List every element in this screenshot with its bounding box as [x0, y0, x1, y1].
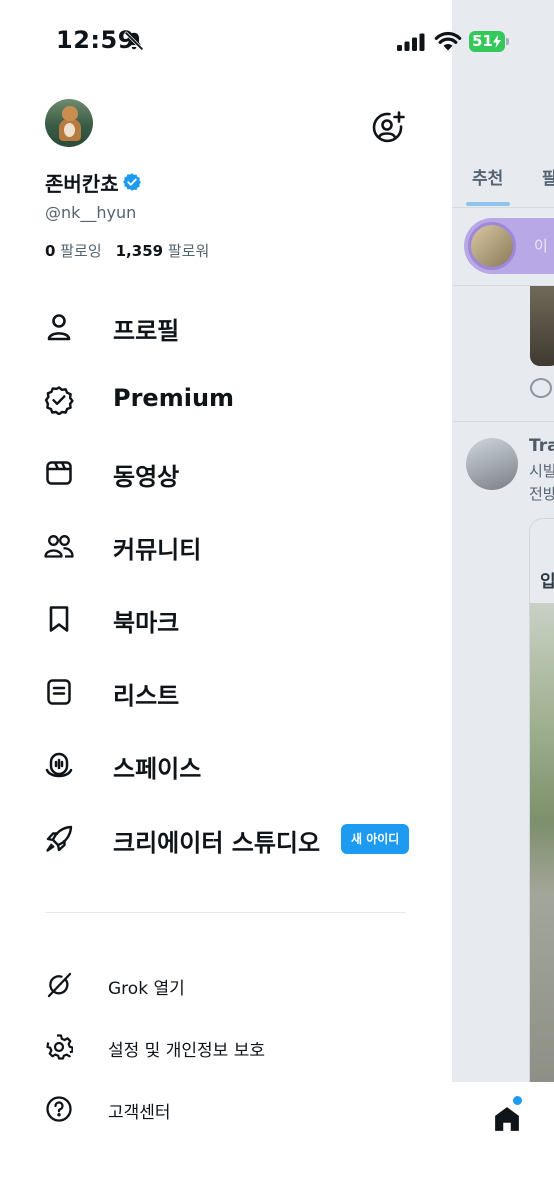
premium-badge-icon: [44, 386, 74, 415]
gear-icon: [46, 1034, 73, 1060]
communities-icon: [44, 535, 74, 558]
bottom-navigation: [452, 1082, 554, 1200]
feed-tabs: 추천 팔: [452, 150, 554, 208]
followers-link[interactable]: 1,359 팔로워: [116, 242, 210, 260]
live-banner-text: 이: [534, 237, 548, 255]
background-feed: 추천 팔 이 Tra 시빌 전방 입: [452, 0, 554, 1200]
status-bar: 12:59 51: [0, 0, 554, 80]
menu-item-label: Premium: [113, 384, 235, 412]
menu-item-label: 북마크: [113, 609, 180, 637]
menu-item-profile[interactable]: 프로필: [40, 300, 420, 352]
verified-badge-icon: [123, 173, 141, 191]
rocket-icon: [46, 825, 73, 852]
menu-item-creator-studio[interactable]: 크리에이터 스튜디오 새 아이디: [40, 812, 420, 864]
menu-item-communities[interactable]: 커뮤니티: [40, 519, 420, 571]
add-account-icon[interactable]: [370, 110, 406, 146]
bookmark-icon: [49, 606, 69, 632]
reply-icon[interactable]: [530, 378, 552, 398]
new-badge: 새 아이디: [341, 824, 410, 854]
menu-item-spaces[interactable]: 스페이스: [40, 738, 420, 790]
menu-item-label: 커뮤니티: [113, 536, 202, 564]
help-icon: [46, 1096, 72, 1122]
menu-item-label: 리스트: [113, 682, 180, 710]
menu-item-lists[interactable]: 리스트: [40, 665, 420, 717]
battery-level: 51: [472, 32, 493, 50]
tab-indicator: [466, 202, 510, 206]
feed-separator: [452, 421, 554, 422]
avatar-dog-chest: [64, 123, 75, 137]
menu-item-settings[interactable]: 설정 및 개인정보 보호: [40, 1024, 420, 1068]
bell-muted-icon: [124, 31, 144, 51]
followers-count: 1,359: [115, 242, 164, 260]
menu-item-label: 프로필: [113, 317, 180, 345]
menu-item-premium[interactable]: Premium: [40, 373, 420, 425]
menu-item-grok[interactable]: Grok 열기: [40, 962, 420, 1006]
following-label: 팔로잉: [60, 242, 102, 260]
home-icon[interactable]: [492, 1104, 522, 1134]
menu-item-label: Grok 열기: [108, 979, 185, 999]
battery-cap: [506, 38, 509, 45]
tweet-author-avatar[interactable]: [466, 438, 518, 490]
cellular-signal-icon: [397, 33, 425, 51]
drawer-divider: [45, 912, 406, 913]
navigation-drawer: 존버칸쵸 @nk__hyun 0 팔로잉 1,359 팔로워 프로필 Premiu…: [0, 0, 452, 1200]
user-handle: @nk__hyun: [45, 203, 137, 222]
follow-stats: 0 팔로잉 1,359 팔로워: [45, 240, 209, 261]
following-count: 0: [45, 242, 56, 260]
menu-item-help-center[interactable]: 고객센터: [40, 1086, 420, 1130]
menu-item-label: 크리에이터 스튜디오: [113, 829, 321, 857]
menu-item-video[interactable]: 동영상: [40, 446, 420, 498]
tweet-text-line: 시빌: [529, 462, 554, 480]
display-name[interactable]: 존버칸쵸: [45, 168, 119, 197]
list-icon: [47, 679, 71, 705]
link-card-image: [530, 603, 554, 1087]
link-card[interactable]: 입: [529, 518, 554, 1088]
tweet-media-thumbnail[interactable]: [530, 286, 554, 366]
charging-bolt-icon: [493, 35, 501, 48]
wifi-icon: [434, 31, 462, 51]
tab-following[interactable]: 팔: [542, 164, 554, 189]
notification-dot: [513, 1096, 522, 1105]
live-host-avatar: [468, 222, 516, 270]
tab-recommended[interactable]: 추천: [472, 164, 503, 189]
avatar-dog-head: [62, 106, 78, 121]
tweet-author-name[interactable]: Tra: [529, 436, 554, 456]
tweet-text-line: 전방: [529, 485, 554, 503]
menu-item-label: 스페이스: [113, 755, 202, 783]
battery-indicator: 51: [469, 31, 505, 52]
menu-item-label: 설정 및 개인정보 보호: [108, 1041, 265, 1061]
following-link[interactable]: 0 팔로잉: [45, 242, 102, 260]
grok-icon: [47, 972, 72, 998]
spaces-icon: [45, 752, 73, 778]
menu-item-bookmarks[interactable]: 북마크: [40, 592, 420, 644]
video-icon: [46, 461, 72, 485]
followers-label: 팔로워: [167, 242, 210, 260]
avatar[interactable]: [45, 99, 93, 147]
link-card-title: 입: [540, 567, 554, 592]
person-icon: [47, 314, 71, 341]
menu-item-label: 고객센터: [108, 1103, 171, 1123]
menu-item-label: 동영상: [113, 463, 180, 491]
